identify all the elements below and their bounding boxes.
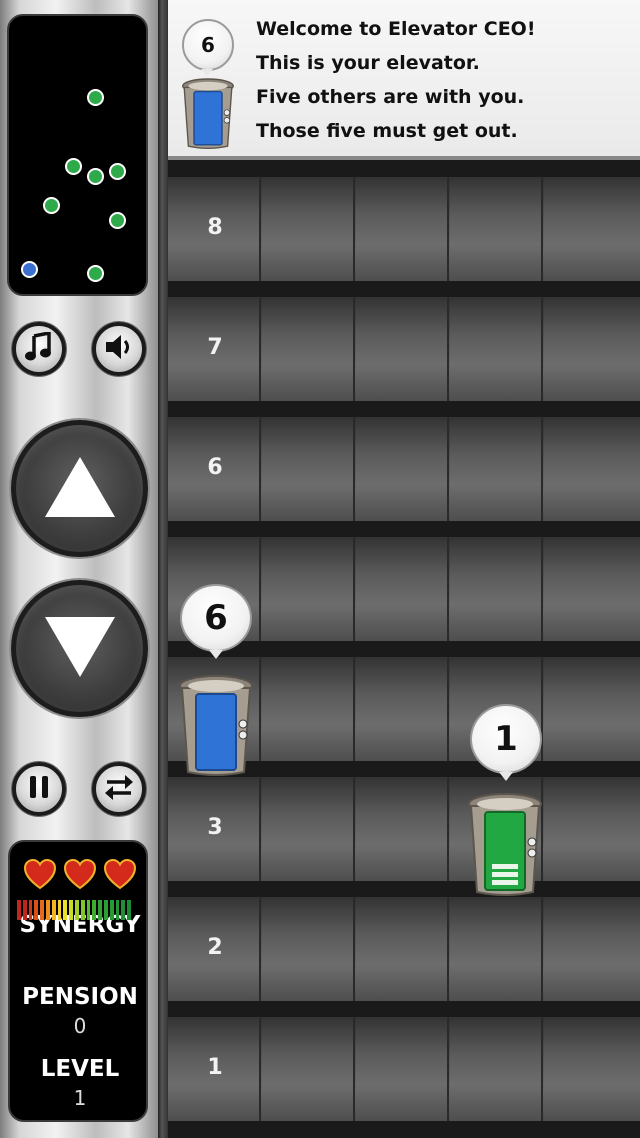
floor-number: 8 — [207, 215, 223, 240]
banner-message-line: Those five must get out. — [256, 120, 518, 142]
banner-count: 6 — [201, 33, 215, 57]
down-arrow-icon — [41, 613, 119, 685]
swap-arrows-icon — [103, 773, 135, 805]
pause-icon — [27, 774, 51, 804]
floor-number: 6 — [207, 455, 223, 480]
status-panel: SYNERGY PENSION 0 LEVEL 1 — [8, 840, 148, 1122]
floor-number: 7 — [207, 335, 223, 360]
floor-number: 2 — [207, 935, 223, 960]
pension-label: PENSION — [22, 984, 138, 1010]
pension-value: 0 — [73, 1014, 87, 1038]
banner-count-bubble: 6 — [182, 19, 234, 71]
music-note-icon — [25, 330, 53, 366]
other-elevator[interactable] — [465, 792, 545, 898]
floor-number: 3 — [207, 815, 223, 840]
minimap-dot-passenger — [87, 89, 104, 106]
other-passenger-count: 1 — [494, 719, 518, 759]
minimap-dot-passenger — [43, 197, 60, 214]
level-value: 1 — [73, 1086, 87, 1110]
minimap-dot-passenger — [65, 158, 82, 175]
banner-message-line: Welcome to Elevator CEO! — [256, 18, 536, 40]
bubble-tail — [499, 772, 513, 781]
floor-number: 1 — [207, 1055, 223, 1080]
minimap-dot-player — [21, 261, 38, 278]
up-button[interactable] — [11, 420, 148, 557]
player-passenger-count: 6 — [204, 598, 228, 638]
minimap-dot-passenger — [109, 212, 126, 229]
minimap-dot-passenger — [87, 265, 104, 282]
player-elevator[interactable] — [176, 674, 256, 778]
minimap-dot-passenger — [87, 168, 104, 185]
banner-elevator-icon — [182, 78, 234, 149]
lives-indicator — [10, 858, 150, 892]
player-passenger-count-bubble: 6 — [180, 584, 252, 652]
swap-button[interactable] — [92, 762, 146, 816]
down-button[interactable] — [11, 580, 148, 717]
synergy-meter — [17, 900, 131, 920]
heart-icon — [63, 858, 97, 890]
banner-message-line: This is your elevator. — [256, 52, 480, 74]
up-arrow-icon — [41, 453, 119, 525]
music-toggle-button[interactable] — [12, 322, 66, 376]
minimap-dot-passenger — [109, 163, 126, 180]
banner-message-line: Five others are with you. — [256, 86, 525, 108]
minimap — [7, 14, 148, 296]
sound-toggle-button[interactable] — [92, 322, 146, 376]
heart-icon — [23, 858, 57, 890]
speaker-icon — [103, 332, 135, 366]
bubble-tail — [209, 650, 223, 659]
bubble-tail — [201, 69, 213, 76]
heart-icon — [103, 858, 137, 890]
panel-divider — [158, 0, 168, 1138]
level-label: LEVEL — [40, 1056, 120, 1082]
pause-button[interactable] — [12, 762, 66, 816]
other-passenger-count-bubble: 1 — [470, 704, 542, 774]
